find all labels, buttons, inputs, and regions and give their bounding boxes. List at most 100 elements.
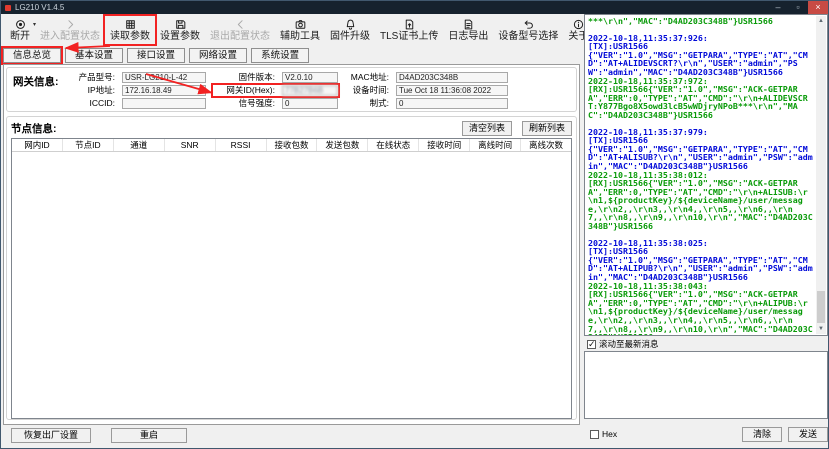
toolbar-item-label: 日志导出 <box>448 31 488 43</box>
field-value-gateway-id[interactable]: 77B27B6B <box>282 85 338 96</box>
field-value-mac-address[interactable]: D4AD203C348B <box>396 72 508 83</box>
field-value-iccid[interactable] <box>122 98 206 109</box>
toolbar-item-disconnect[interactable]: 断开▾ <box>5 16 35 44</box>
maximize-button[interactable]: ▫ <box>788 1 808 14</box>
toolbar-item-read-params[interactable]: 读取参数 <box>105 16 155 44</box>
info-icon <box>572 17 585 31</box>
column-header: RSSI <box>216 139 267 151</box>
gateway-field-gateway-id: 网关ID(Hex): 77B27B6B <box>213 85 338 96</box>
toolbar: 断开▾ 进入配置状态读取参数设置参数退出配置状态辅助工具固件升级 TLS证书上传日志… <box>2 14 580 48</box>
toolbar-item-aux-tools[interactable]: 辅助工具 <box>275 16 325 44</box>
log-scrollbar[interactable]: ▲ ▼ <box>816 16 826 334</box>
field-label-mac-address: MAC地址: <box>345 72 389 83</box>
column-header: 离线时间 <box>470 139 521 151</box>
tab-info-overview[interactable]: 信息总览 <box>3 48 61 63</box>
scroll-down-icon[interactable]: ▼ <box>816 324 826 334</box>
tab-system-settings[interactable]: 系统设置 <box>251 48 309 63</box>
log-entry-rx: 2022-10-18,11:35:38:043: [RX]:USR1566{"V… <box>588 282 814 336</box>
log-entry-tx: 2022-10-18,11:35:38:025: [TX]:USR1566 {"… <box>588 239 814 282</box>
node-table-header: 网内ID节点ID通道SNRRSSI接收包数发送包数在线状态接收时间离线时间离线次… <box>12 139 571 152</box>
column-header: 在线状态 <box>368 139 419 151</box>
log-entry-rx: ***\r\n","MAC":"D4AD203C348B"}USR1566 <box>588 17 814 26</box>
restart-button[interactable]: 重启 <box>111 428 187 443</box>
toolbar-item-label: 进入配置状态 <box>40 31 100 43</box>
camera-icon <box>294 17 307 31</box>
app-window: LG210 V1.4.5 – ▫ × 断开▾ 进入配置状态读取参数设置参数退出配置… <box>0 0 829 449</box>
scrollbar-thumb[interactable] <box>817 291 825 323</box>
refresh-list-button[interactable]: 刷新列表 <box>522 121 572 136</box>
hex-row: Hex <box>590 429 617 439</box>
document-icon <box>462 17 475 31</box>
toolbar-item-label: 辅助工具 <box>280 31 320 43</box>
field-value-firmware-version[interactable]: V2.0.10 <box>282 72 338 83</box>
field-label-signal-strength: 信号强度: <box>213 98 275 109</box>
log-entry-tx: 2022-10-18,11:35:37:926: [TX]:USR1566 {"… <box>588 34 814 77</box>
bell-icon <box>344 17 357 31</box>
toolbar-item-set-params[interactable]: 设置参数 <box>155 16 205 44</box>
minimize-button[interactable]: – <box>768 1 788 14</box>
log-entries: ***\r\n","MAC":"D4AD203C348B"}USR1566 202… <box>588 17 814 336</box>
send-button[interactable]: 发送 <box>788 427 828 442</box>
autoscroll-label: 滚动至最新消息 <box>599 338 659 350</box>
gateway-info-group: 网关信息: 产品型号: USR-LG210-L-42 固件版本: V2.0.10 MAC… <box>6 67 577 112</box>
field-label-ip-address: IP地址: <box>65 85 115 96</box>
tab-network-settings[interactable]: 网络设置 <box>189 48 247 63</box>
upload-doc-icon <box>403 17 416 31</box>
toolbar-item-log-export[interactable]: 日志导出 <box>443 16 493 44</box>
toolbar-item-exit-config: 退出配置状态 <box>205 16 275 44</box>
toolbar-item-label: 设备型号选择 <box>498 31 558 43</box>
node-info-group: 节点信息: 清空列表 刷新列表 网内ID节点ID通道SNRRSSI接收包数发送包… <box>6 116 577 420</box>
message-input[interactable] <box>584 351 828 419</box>
column-header: 接收时间 <box>419 139 470 151</box>
app-icon <box>5 5 11 11</box>
column-header: 网内ID <box>12 139 63 151</box>
field-value-network-mode[interactable]: 0 <box>396 98 508 109</box>
close-button[interactable]: × <box>808 1 828 14</box>
floppy-icon <box>174 17 187 31</box>
tab-bar: 信息总览基本设置接口设置网络设置系统设置 <box>3 48 309 63</box>
column-header: 接收包数 <box>267 139 318 151</box>
scroll-up-icon[interactable]: ▲ <box>816 16 826 26</box>
column-header: 发送包数 <box>317 139 368 151</box>
toolbar-item-enter-config: 进入配置状态 <box>35 16 105 44</box>
tab-interface-settings[interactable]: 接口设置 <box>127 48 185 63</box>
column-header: 节点ID <box>63 139 114 151</box>
hex-checkbox[interactable] <box>590 430 599 439</box>
toolbar-item-device-model-select[interactable]: 设备型号选择 <box>493 16 563 44</box>
field-value-device-time[interactable]: Tue Oct 18 11:36:08 2022 <box>396 85 508 96</box>
log-entry-tx: 2022-10-18,11:35:37:979: [TX]:USR1566 {"… <box>588 128 814 171</box>
field-label-iccid: ICCID: <box>65 98 115 109</box>
toolbar-item-label: 断开 <box>10 31 30 43</box>
field-value-product-model[interactable]: USR-LG210-L-42 <box>122 72 206 83</box>
toolbar-item-label: 设置参数 <box>160 31 200 43</box>
clear-list-button[interactable]: 清空列表 <box>462 121 512 136</box>
field-value-signal-strength[interactable]: 0 <box>282 98 338 109</box>
field-label-network-mode: 制式: <box>345 98 389 109</box>
autoscroll-row: 滚动至最新消息 <box>587 338 659 350</box>
field-label-gateway-id: 网关ID(Hex): <box>213 85 275 96</box>
clear-button[interactable]: 清除 <box>742 427 782 442</box>
log-output[interactable]: ***\r\n","MAC":"D4AD203C348B"}USR1566 202… <box>584 14 828 336</box>
window-controls: – ▫ × <box>768 1 828 14</box>
window-title: LG210 V1.4.5 <box>15 1 64 14</box>
log-entry-rx: 2022-10-18,11:35:38:012: [RX]:USR1566{"V… <box>588 171 814 231</box>
disconnect-icon <box>14 17 27 31</box>
send-buttons: 清除 发送 <box>742 427 828 442</box>
autoscroll-checkbox[interactable] <box>587 340 596 349</box>
toolbar-item-label: 固件升级 <box>330 31 370 43</box>
chevron-left-icon <box>234 17 247 31</box>
factory-reset-button[interactable]: 恢复出厂设置 <box>11 428 91 443</box>
gateway-section-title: 网关信息: <box>13 72 65 109</box>
chevron-right-icon <box>64 17 77 31</box>
toolbar-item-label: 读取参数 <box>110 31 150 43</box>
main-panel: 网关信息: 产品型号: USR-LG210-L-42 固件版本: V2.0.10 MAC… <box>3 64 580 425</box>
field-value-ip-address[interactable]: 172.16.18.49 <box>122 85 206 96</box>
field-label-firmware-version: 固件版本: <box>213 72 275 83</box>
toolbar-item-tls-cert-upload[interactable]: TLS证书上传 <box>375 16 443 44</box>
node-table: 网内ID节点ID通道SNRRSSI接收包数发送包数在线状态接收时间离线时间离线次… <box>11 138 572 419</box>
node-table-body <box>12 152 571 419</box>
hex-label: Hex <box>602 429 617 439</box>
tab-basic-settings[interactable]: 基本设置 <box>65 48 123 63</box>
field-label-product-model: 产品型号: <box>65 72 115 83</box>
toolbar-item-firmware-upgrade[interactable]: 固件升级 <box>325 16 375 44</box>
